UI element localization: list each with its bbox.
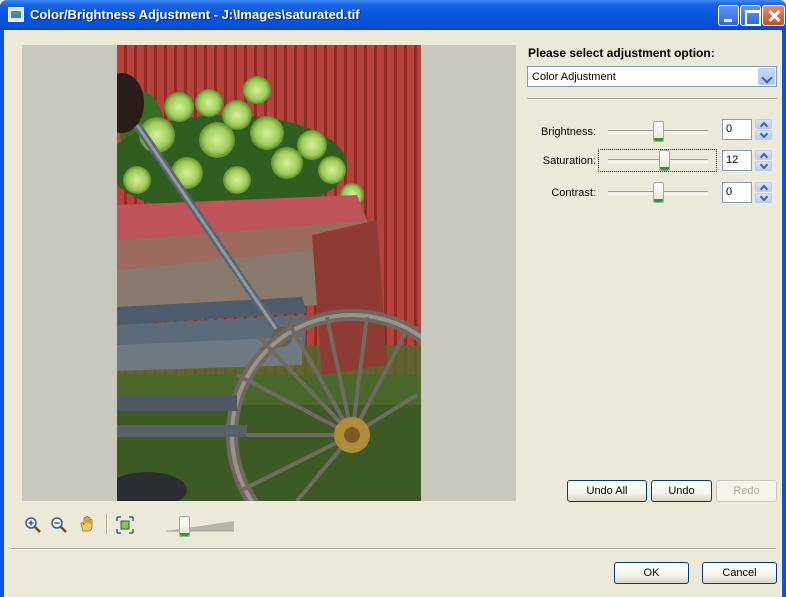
- spin-down-icon[interactable]: [755, 161, 772, 171]
- chevron-down-icon[interactable]: [758, 68, 775, 85]
- fit-to-window-icon[interactable]: [116, 516, 134, 534]
- brightness-label: Brightness:: [540, 126, 596, 138]
- select-value: Color Adjustment: [532, 71, 616, 83]
- spin-up-icon[interactable]: [755, 150, 772, 160]
- contrast-label: Contrast:: [551, 187, 596, 199]
- spin-up-icon[interactable]: [755, 119, 772, 129]
- saturation-slider-thumb[interactable]: [658, 150, 670, 171]
- spin-down-icon[interactable]: [755, 193, 772, 203]
- undo-button[interactable]: Undo: [651, 480, 712, 502]
- zoom-out-icon[interactable]: [50, 516, 68, 534]
- saturation-value-field[interactable]: 12: [722, 150, 752, 171]
- saturation-label: Saturation:: [542, 155, 596, 167]
- preview-photo: [117, 45, 421, 501]
- contrast-value-field[interactable]: 0: [722, 182, 752, 203]
- pan-hand-icon[interactable]: [78, 515, 96, 533]
- window-title: Color/Brightness Adjustment - J:\Images\…: [30, 7, 360, 22]
- contrast-value: 0: [726, 186, 733, 198]
- image-preview-area[interactable]: [22, 45, 516, 501]
- zoom-slider[interactable]: [166, 520, 234, 534]
- zoom-slider-thumb[interactable]: [178, 516, 190, 537]
- contrast-slider-thumb[interactable]: [652, 182, 664, 203]
- maximize-button[interactable]: [740, 5, 761, 26]
- spin-up-icon[interactable]: [755, 182, 772, 192]
- redo-button[interactable]: Redo: [716, 480, 777, 502]
- dialog-window: Color/Brightness Adjustment - J:\Images\…: [0, 0, 786, 597]
- toolbar-separator: [106, 514, 108, 534]
- brightness-slider-thumb[interactable]: [652, 121, 664, 142]
- spin-down-icon[interactable]: [755, 130, 772, 140]
- brightness-spinner[interactable]: [755, 119, 772, 140]
- app-image-icon: [8, 7, 24, 22]
- title-bar[interactable]: Color/Brightness Adjustment - J:\Images\…: [0, 0, 786, 30]
- saturation-spinner[interactable]: [755, 150, 772, 171]
- footer-divider: [10, 548, 776, 550]
- brightness-value-field[interactable]: 0: [722, 119, 752, 140]
- saturation-value: 12: [726, 154, 739, 166]
- preview-photo-graphic: [117, 45, 421, 501]
- zoom-in-icon[interactable]: [24, 516, 42, 534]
- close-button[interactable]: [762, 5, 785, 26]
- cancel-button[interactable]: Cancel: [702, 562, 777, 584]
- panel-divider: [527, 98, 777, 100]
- undo-all-button[interactable]: Undo All: [567, 480, 647, 502]
- dialog-body: Please select adjustment option: Color A…: [4, 30, 782, 597]
- minimize-button[interactable]: [718, 5, 739, 26]
- ok-button[interactable]: OK: [614, 562, 689, 584]
- brightness-value: 0: [726, 123, 733, 135]
- adjustment-option-heading: Please select adjustment option:: [528, 46, 715, 60]
- contrast-spinner[interactable]: [755, 182, 772, 203]
- adjustment-option-select[interactable]: Color Adjustment: [527, 66, 777, 87]
